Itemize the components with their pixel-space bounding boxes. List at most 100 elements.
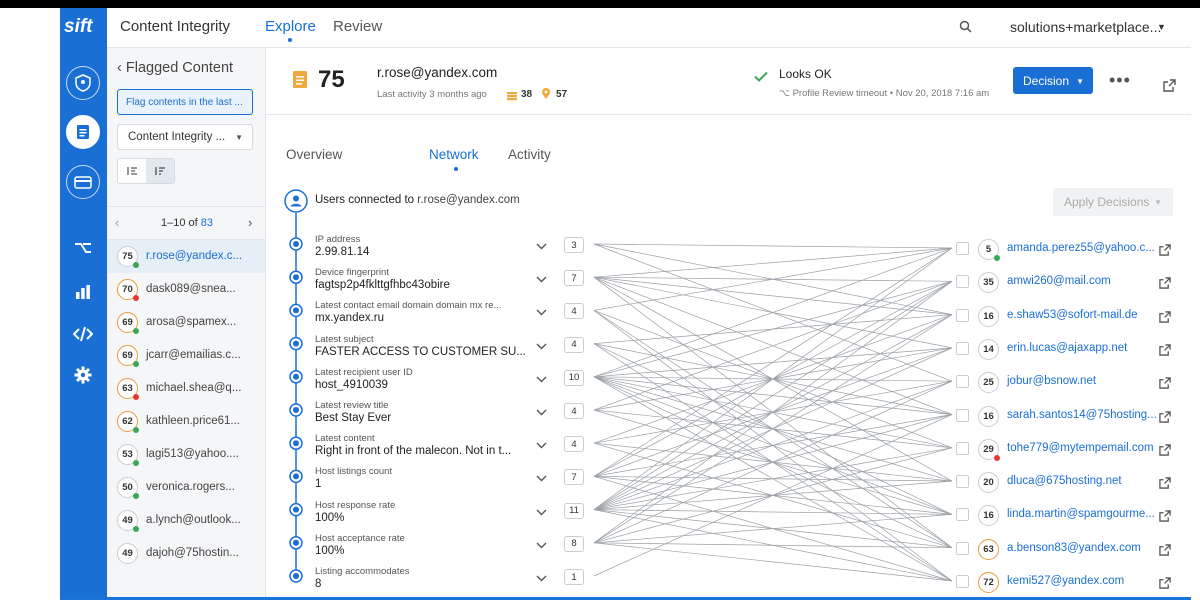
connected-email: r.rose@yandex.com: [417, 194, 520, 206]
score-badge: 50: [117, 477, 139, 499]
document-icon[interactable]: [66, 115, 100, 149]
external-link-icon[interactable]: [1159, 410, 1171, 428]
select-checkbox[interactable]: [956, 341, 969, 355]
list-item[interactable]: 49 a.lynch@outlook...: [107, 504, 265, 537]
card-icon[interactable]: [66, 165, 100, 199]
nav-review[interactable]: Review: [333, 18, 382, 35]
decision-button[interactable]: Decision ▼: [1013, 67, 1093, 94]
select-checkbox[interactable]: [956, 275, 969, 289]
select-checkbox[interactable]: [956, 575, 969, 588]
chevron-down-icon[interactable]: ▼: [1157, 22, 1166, 32]
list-item-email: kathleen.price61...: [146, 415, 240, 427]
pagination-range: 1–10 of: [161, 217, 201, 229]
external-link-icon[interactable]: [1159, 376, 1171, 394]
connected-user-email[interactable]: amwi260@mail.com: [1007, 275, 1111, 287]
connected-user-email[interactable]: kemi527@yandex.com: [1007, 575, 1124, 587]
select-checkbox[interactable]: [956, 375, 969, 389]
list-item-email: veronica.rogers...: [146, 481, 235, 493]
main-content: 75 r.rose@yandex.com Last activity 3 mon…: [266, 48, 1191, 598]
list-item[interactable]: 63 michael.shea@q...: [107, 372, 265, 405]
connected-user-row: 20 dluca@675hosting.net: [266, 472, 1191, 508]
apply-decisions-button[interactable]: Apply Decisions ▼: [1053, 188, 1173, 216]
external-link-icon[interactable]: [1159, 543, 1171, 561]
status-dot: [133, 328, 139, 334]
select-checkbox[interactable]: [956, 242, 969, 255]
chevron-down-icon: ▼: [1076, 77, 1084, 86]
select-checkbox[interactable]: [956, 475, 969, 489]
account-menu[interactable]: solutions+marketplace...: [1010, 19, 1161, 35]
status-detail: ⌥ Profile Review timeout • Nov 20, 2018 …: [779, 88, 989, 99]
connected-user-email[interactable]: linda.martin@spamgourme...: [1007, 508, 1155, 520]
workflow-icon[interactable]: [71, 236, 95, 260]
stack-icon: [506, 88, 518, 106]
select-checkbox[interactable]: [956, 308, 969, 322]
tab-overview[interactable]: Overview: [286, 147, 342, 162]
score-badge: 16: [978, 405, 999, 427]
connected-user-email[interactable]: amanda.perez55@yahoo.c...: [1007, 242, 1155, 254]
check-icon: [754, 69, 768, 87]
last-activity: Last activity 3 months ago: [377, 89, 487, 100]
sift-logo[interactable]: sift: [64, 16, 104, 40]
list-item[interactable]: 49 dajoh@75hostin...: [107, 537, 265, 570]
select-checkbox[interactable]: [956, 408, 969, 422]
chevron-left-icon[interactable]: ‹: [115, 215, 119, 230]
connected-user-row: 29 tohe779@mytempemail.com: [266, 438, 1191, 475]
content-integrity-dropdown[interactable]: Content Integrity ... ▼: [117, 124, 253, 150]
sort-toggle: [117, 158, 175, 184]
connected-user-email[interactable]: sarah.santos14@75hosting...: [1007, 409, 1157, 421]
select-checkbox[interactable]: [956, 441, 969, 455]
score-badge: 29: [978, 438, 1000, 461]
app-window: sift Content Integrity Explore Review so…: [60, 8, 1191, 598]
chevron-right-icon[interactable]: ›: [248, 215, 252, 230]
code-icon[interactable]: [71, 322, 95, 346]
connected-user-email[interactable]: a.benson83@yandex.com: [1007, 542, 1141, 554]
app-title: Content Integrity: [120, 18, 231, 35]
external-link-icon[interactable]: [1159, 443, 1171, 461]
score-badge: 72: [978, 572, 999, 593]
list-item[interactable]: 69 jcarr@emailias.c...: [107, 339, 265, 372]
score-badge: 63: [117, 378, 139, 400]
external-link-icon[interactable]: [1159, 310, 1171, 328]
user-header: 75 r.rose@yandex.com Last activity 3 mon…: [266, 48, 1191, 115]
list-item[interactable]: 53 lagi513@yahoo....: [107, 438, 265, 471]
connected-user-email[interactable]: jobur@bsnow.net: [1007, 375, 1096, 387]
select-checkbox[interactable]: [956, 541, 969, 555]
connected-user-email[interactable]: e.shaw53@sofort-mail.de: [1007, 309, 1138, 321]
external-link-icon[interactable]: [1159, 276, 1171, 294]
external-link-icon[interactable]: [1159, 576, 1171, 594]
score-badge: 25: [978, 372, 999, 394]
search-icon[interactable]: [959, 20, 972, 38]
list-item[interactable]: 75 r.rose@yandex.c...: [107, 240, 265, 273]
list-item[interactable]: 69 arosa@spamex...: [107, 306, 265, 339]
status-dot: [133, 262, 139, 268]
connected-user-email[interactable]: erin.lucas@ajaxapp.net: [1007, 342, 1127, 354]
more-icon[interactable]: •••: [1109, 70, 1131, 91]
tab-network[interactable]: Network: [429, 147, 479, 162]
nav-explore[interactable]: Explore: [265, 18, 316, 35]
connected-user-email[interactable]: dluca@675hosting.net: [1007, 475, 1122, 487]
tab-activity[interactable]: Activity: [508, 147, 551, 162]
score-badge: 70: [117, 279, 139, 301]
list-item-email: arosa@spamex...: [146, 316, 237, 328]
external-link-icon[interactable]: [1163, 79, 1176, 97]
score-badge: 49: [117, 543, 138, 564]
list-item[interactable]: 62 kathleen.price61...: [107, 405, 265, 438]
list-item[interactable]: 70 dask089@snea...: [107, 273, 265, 306]
external-link-icon[interactable]: [1159, 343, 1171, 361]
sort-descending-icon[interactable]: [146, 159, 174, 183]
select-checkbox[interactable]: [956, 508, 969, 522]
top-black-bar: [0, 0, 1200, 8]
score-badge: 5: [978, 239, 1000, 261]
external-link-icon[interactable]: [1159, 243, 1171, 261]
connected-user-email[interactable]: tohe779@mytempemail.com: [1007, 442, 1154, 454]
back-link[interactable]: ‹ Flagged Content: [117, 60, 233, 76]
status-dot: [133, 493, 139, 499]
shield-icon[interactable]: [66, 66, 100, 100]
external-link-icon[interactable]: [1159, 509, 1171, 527]
flag-filter-button[interactable]: Flag contents in the last ...: [117, 89, 253, 115]
bar-chart-icon[interactable]: [71, 280, 95, 304]
list-item[interactable]: 50 veronica.rogers...: [107, 471, 265, 504]
external-link-icon[interactable]: [1159, 476, 1171, 494]
gear-icon[interactable]: [71, 363, 95, 387]
sort-ascending-icon[interactable]: [118, 159, 146, 183]
